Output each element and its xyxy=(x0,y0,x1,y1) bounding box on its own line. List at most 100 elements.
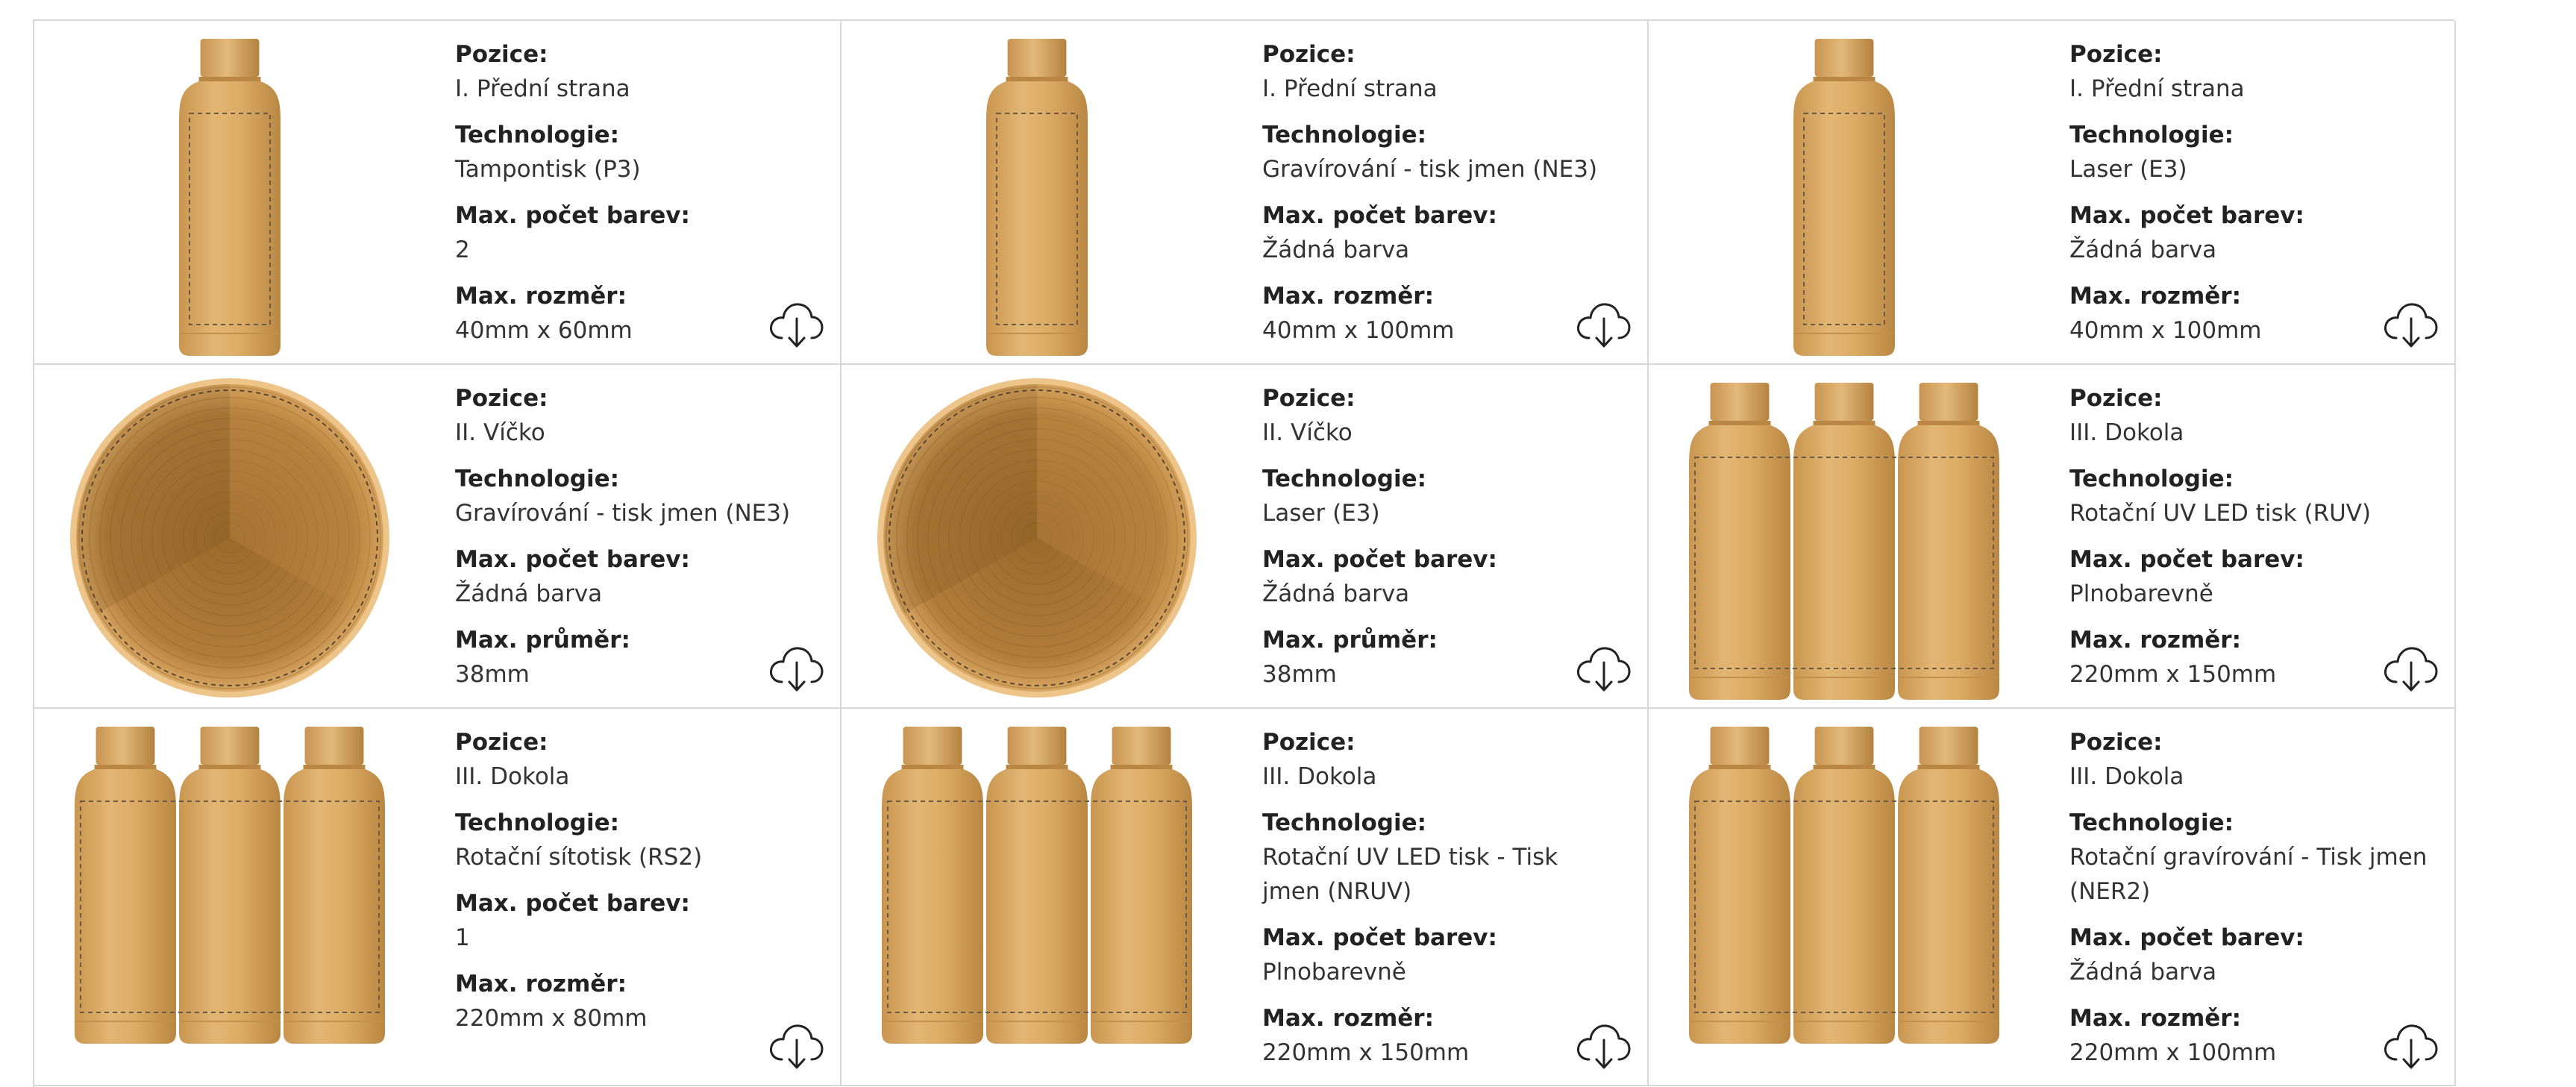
size-label: Max. průměr: xyxy=(1262,627,1438,654)
product-image xyxy=(75,727,385,1044)
technology-label: Technologie: xyxy=(1262,466,1427,492)
cloud-download-icon[interactable] xyxy=(2383,643,2438,692)
colors-label: Max. počet barev: xyxy=(2069,924,2304,951)
option-info: Pozice: I. Přední strana Technologie: Gr… xyxy=(1262,37,1620,360)
print-option-card: Pozice: III. Dokola Technologie: Rotační… xyxy=(34,709,842,1086)
position-value: I. Přední strana xyxy=(2069,75,2245,102)
cloud-download-icon[interactable] xyxy=(768,299,824,348)
colors-label: Max. počet barev: xyxy=(1262,924,1497,951)
position-label: Pozice: xyxy=(455,729,548,756)
print-option-card: Pozice: II. Víčko Technologie: Gravírová… xyxy=(34,365,842,709)
colors-value: Žádná barva xyxy=(455,580,603,607)
technology-label: Technologie: xyxy=(2069,809,2234,836)
cloud-download-icon[interactable] xyxy=(2383,299,2438,348)
cloud-download-icon[interactable] xyxy=(768,1021,824,1070)
product-image xyxy=(877,378,1197,698)
position-value: III. Dokola xyxy=(2069,763,2184,790)
position-value: II. Víčko xyxy=(455,419,545,446)
colors-label: Max. počet barev: xyxy=(2069,546,2304,573)
technology-label: Technologie: xyxy=(1262,809,1427,836)
size-value: 40mm x 100mm xyxy=(2069,317,2262,344)
position-label: Pozice: xyxy=(2069,729,2163,756)
technology-value: Gravírování - tisk jmen (NE3) xyxy=(1262,156,1598,183)
technology-label: Technologie: xyxy=(2069,122,2234,148)
print-options-grid: Pozice: I. Přední strana Technologie: Ta… xyxy=(33,19,2456,1087)
technology-value: Rotační gravírování - Tisk jmen (NER2) xyxy=(2069,844,2428,905)
size-label: Max. rozměr: xyxy=(2069,283,2241,310)
option-info: Pozice: III. Dokola Technologie: Rotační… xyxy=(455,725,813,1047)
position-label: Pozice: xyxy=(1262,385,1356,412)
size-label: Max. rozměr: xyxy=(2069,1005,2241,1032)
product-image xyxy=(986,39,1088,356)
size-value: 38mm xyxy=(455,661,530,688)
print-option-card: Pozice: III. Dokola Technologie: Rotační… xyxy=(842,709,1649,1086)
product-image xyxy=(70,378,389,698)
colors-label: Max. počet barev: xyxy=(1262,202,1497,229)
technology-label: Technologie: xyxy=(455,809,620,836)
option-info: Pozice: II. Víčko Technologie: Laser (E3… xyxy=(1262,381,1620,704)
position-label: Pozice: xyxy=(1262,729,1356,756)
position-label: Pozice: xyxy=(455,385,548,412)
option-info: Pozice: I. Přední strana Technologie: Ta… xyxy=(455,37,813,360)
product-image xyxy=(1793,39,1895,356)
technology-value: Laser (E3) xyxy=(2069,156,2187,183)
technology-label: Technologie: xyxy=(1262,122,1427,148)
position-value: II. Víčko xyxy=(1262,419,1353,446)
technology-label: Technologie: xyxy=(455,466,620,492)
colors-value: 2 xyxy=(455,236,470,263)
size-value: 38mm xyxy=(1262,661,1337,688)
position-value: I. Přední strana xyxy=(455,75,630,102)
cloud-download-icon[interactable] xyxy=(768,643,824,692)
size-value: 220mm x 100mm xyxy=(2069,1039,2277,1066)
product-image xyxy=(1689,727,1999,1044)
technology-label: Technologie: xyxy=(2069,466,2234,492)
size-label: Max. rozměr: xyxy=(1262,283,1434,310)
cloud-download-icon[interactable] xyxy=(1576,299,1631,348)
option-info: Pozice: I. Přední strana Technologie: La… xyxy=(2069,37,2428,360)
size-label: Max. rozměr: xyxy=(455,283,627,310)
colors-value: Žádná barva xyxy=(2069,236,2217,263)
print-option-card: Pozice: I. Přední strana Technologie: Ta… xyxy=(34,21,842,365)
cloud-download-icon[interactable] xyxy=(1576,643,1631,692)
technology-value: Rotační sítotisk (RS2) xyxy=(455,844,703,871)
print-option-card: Pozice: III. Dokola Technologie: Rotační… xyxy=(1649,709,2456,1086)
technology-label: Technologie: xyxy=(455,122,620,148)
technology-value: Rotační UV LED tisk (RUV) xyxy=(2069,500,2372,527)
technology-value: Tampontisk (P3) xyxy=(455,156,641,183)
print-option-card: Pozice: II. Víčko Technologie: Laser (E3… xyxy=(842,365,1649,709)
size-value: 220mm x 150mm xyxy=(1262,1039,1470,1066)
colors-value: Žádná barva xyxy=(1262,236,1410,263)
print-option-card: Pozice: I. Přední strana Technologie: La… xyxy=(1649,21,2456,365)
size-value: 40mm x 60mm xyxy=(455,317,633,344)
technology-value: Gravírování - tisk jmen (NE3) xyxy=(455,500,791,527)
print-option-card: Pozice: I. Přední strana Technologie: Gr… xyxy=(842,21,1649,365)
colors-value: Žádná barva xyxy=(2069,959,2217,986)
product-image xyxy=(179,39,281,356)
size-value: 220mm x 150mm xyxy=(2069,661,2277,688)
size-value: 220mm x 80mm xyxy=(455,1005,648,1032)
colors-label: Max. počet barev: xyxy=(1262,546,1497,573)
option-info: Pozice: III. Dokola Technologie: Rotační… xyxy=(2069,725,2428,1082)
colors-label: Max. počet barev: xyxy=(2069,202,2304,229)
cloud-download-icon[interactable] xyxy=(2383,1021,2438,1070)
option-info: Pozice: III. Dokola Technologie: Rotační… xyxy=(2069,381,2428,704)
colors-value: 1 xyxy=(455,924,470,951)
size-value: 40mm x 100mm xyxy=(1262,317,1455,344)
position-value: III. Dokola xyxy=(1262,763,1377,790)
colors-label: Max. počet barev: xyxy=(455,890,690,917)
product-image xyxy=(882,727,1192,1044)
colors-value: Plnobarevně xyxy=(1262,959,1406,986)
size-label: Max. rozměr: xyxy=(1262,1005,1434,1032)
size-label: Max. rozměr: xyxy=(2069,627,2241,654)
cloud-download-icon[interactable] xyxy=(1576,1021,1631,1070)
position-label: Pozice: xyxy=(2069,41,2163,68)
position-value: I. Přední strana xyxy=(1262,75,1438,102)
colors-value: Plnobarevně xyxy=(2069,580,2213,607)
colors-value: Žádná barva xyxy=(1262,580,1410,607)
position-label: Pozice: xyxy=(2069,385,2163,412)
position-value: III. Dokola xyxy=(455,763,570,790)
technology-value: Rotační UV LED tisk - Tisk jmen (NRUV) xyxy=(1262,844,1558,905)
product-image xyxy=(1689,383,1999,700)
print-option-card: Pozice: III. Dokola Technologie: Rotační… xyxy=(1649,365,2456,709)
position-label: Pozice: xyxy=(1262,41,1356,68)
